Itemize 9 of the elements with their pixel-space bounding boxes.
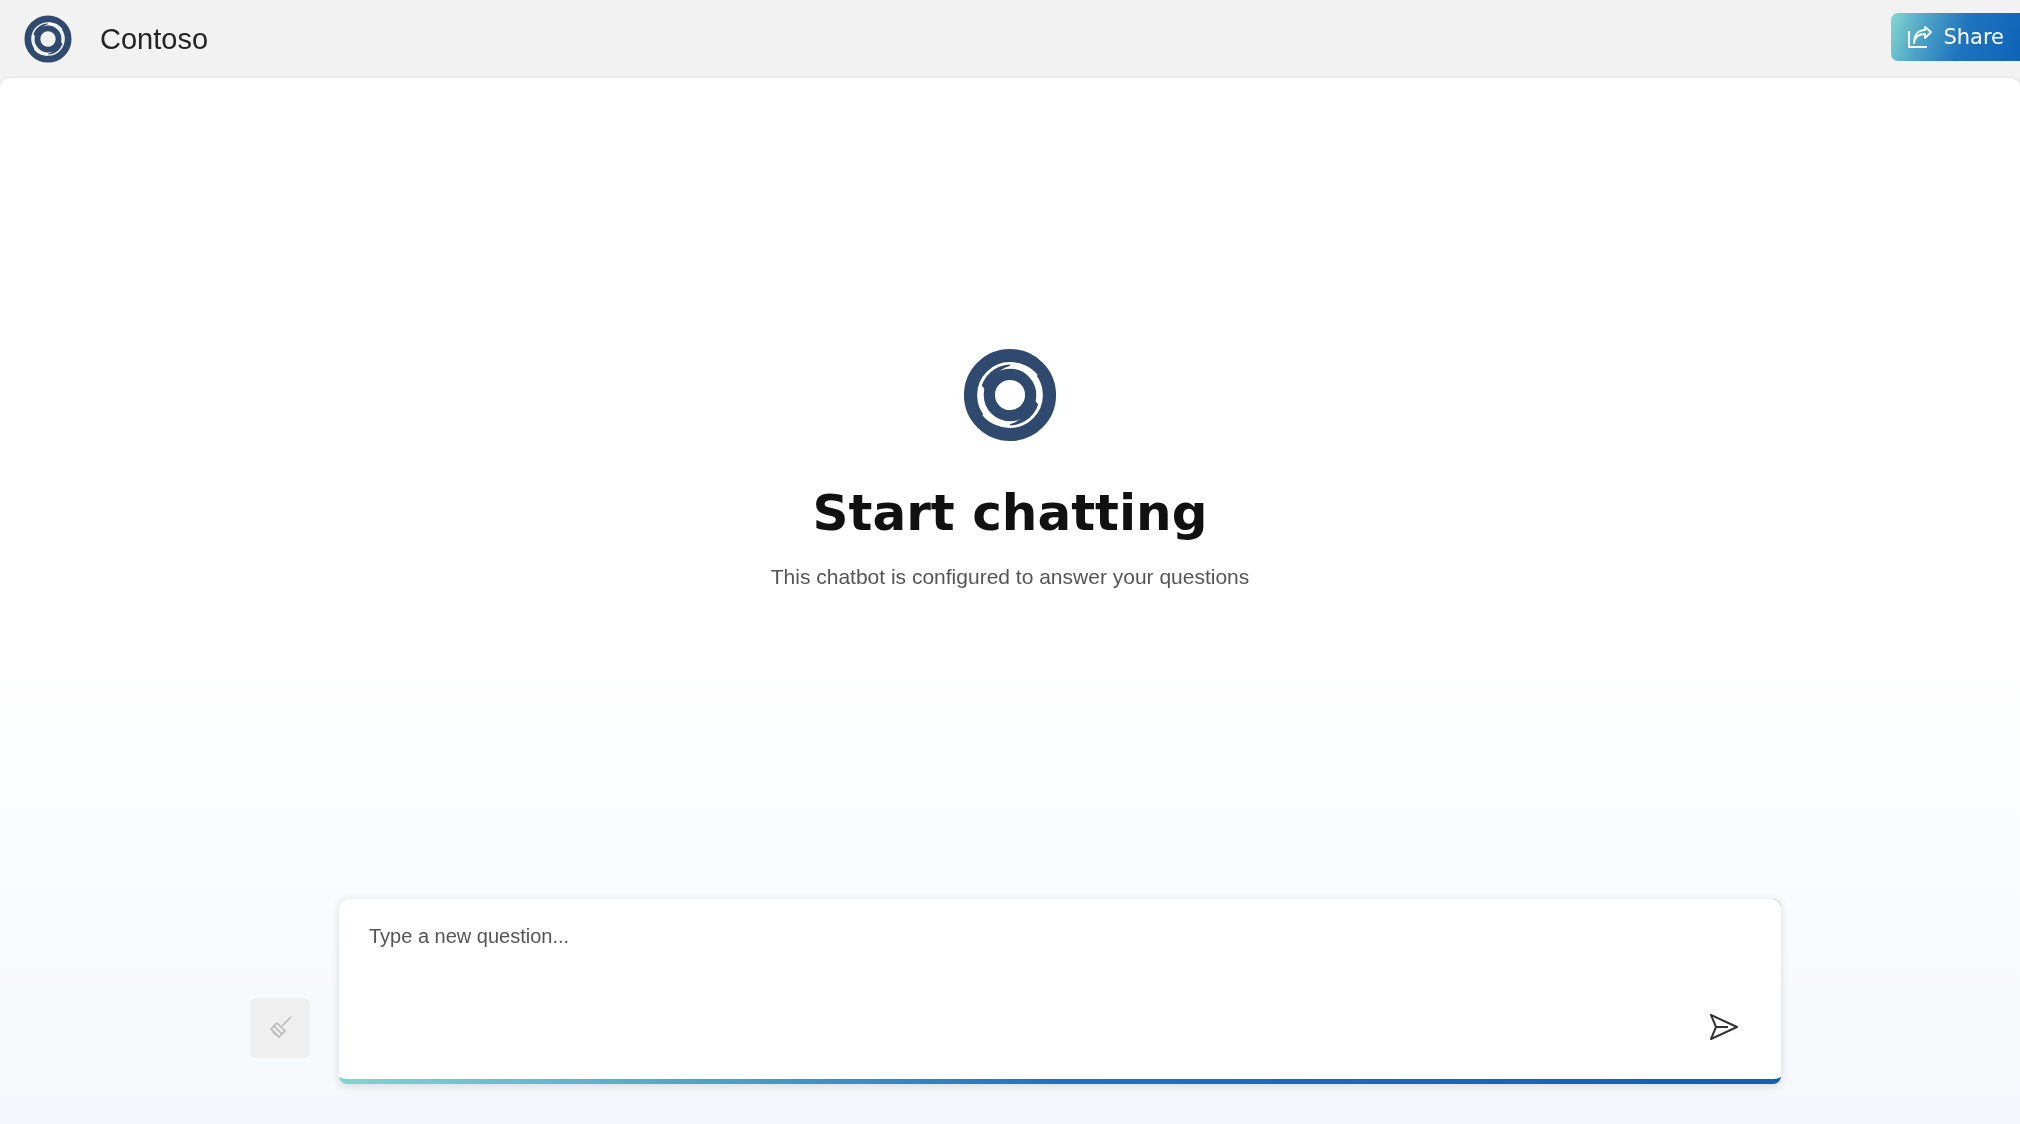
send-icon (1709, 1013, 1739, 1041)
question-field[interactable]: Type a new question... (369, 921, 1669, 952)
logo-icon (24, 15, 72, 63)
start-heading: Start chatting (812, 483, 1208, 544)
share-icon (1907, 25, 1934, 49)
intro-text: This chatbot is configured to answer your questions (770, 564, 1250, 590)
chatbot-logo-icon (963, 348, 1057, 442)
app-title: Contoso (100, 22, 209, 56)
share-button[interactable]: Share (1891, 13, 2020, 61)
